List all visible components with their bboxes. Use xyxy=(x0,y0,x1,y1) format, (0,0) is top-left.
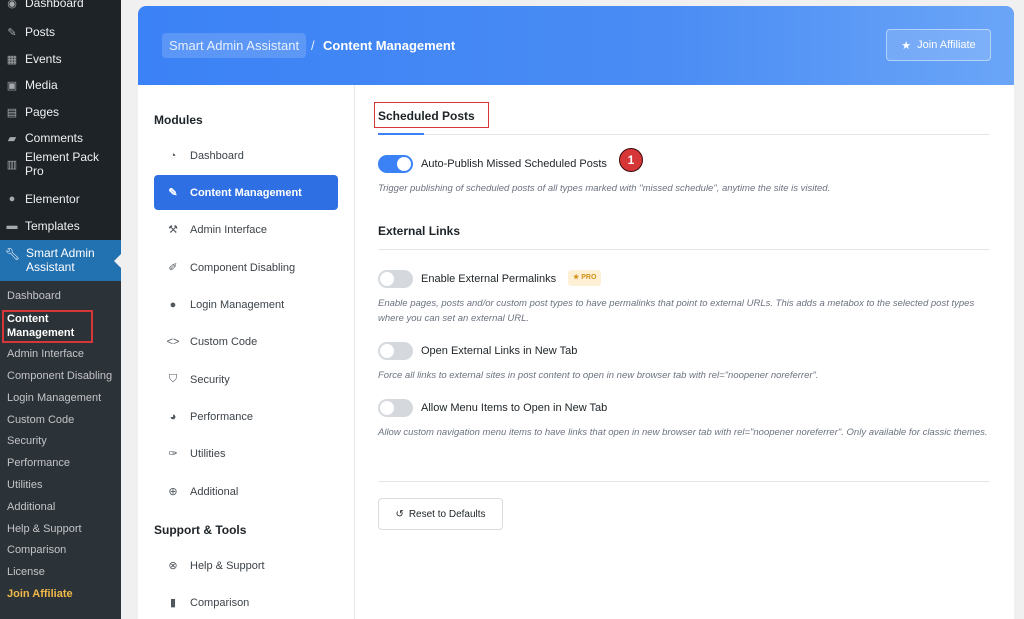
wrench-icon: ✑ xyxy=(168,448,178,460)
section-accent xyxy=(378,133,424,135)
brush-icon: ✐ xyxy=(168,262,178,274)
submenu-item-component-disabling[interactable]: Component Disabling xyxy=(7,370,112,382)
external-permalinks-toggle[interactable] xyxy=(378,270,413,288)
bar-chart-icon: ▮ xyxy=(169,597,177,609)
submenu-item-security[interactable]: Security xyxy=(7,435,47,447)
lifebuoy-icon: ⊗ xyxy=(168,560,178,572)
wp-menu-dashboard[interactable]: ◉ Dashboard xyxy=(0,0,121,14)
star-icon: ★ xyxy=(573,274,582,281)
elementor-icon: ● xyxy=(8,193,16,205)
page-header: Smart Admin Assistant / Content Manageme… xyxy=(138,6,1014,85)
menu-items-new-tab-label: Allow Menu Items to Open in New Tab xyxy=(421,402,608,414)
toggle-knob xyxy=(380,401,394,415)
step-marker: 1 xyxy=(619,148,643,172)
speedometer-icon: ◕ xyxy=(169,410,177,423)
element-pack-icon: ▥ xyxy=(6,158,18,171)
wp-admin-sidebar: ◉ Dashboard ✎ Posts ▦ Events ▣ Media ▤ Pages … xyxy=(0,0,121,619)
module-help-support[interactable]: ⊗ Help & Support xyxy=(154,548,338,583)
join-affiliate-button[interactable]: ★ Join Affiliate xyxy=(886,29,991,61)
toggle-knob xyxy=(397,157,411,171)
pin-icon: ✎ xyxy=(7,26,17,39)
breadcrumb-root[interactable]: Smart Admin Assistant xyxy=(162,33,307,58)
current-menu-arrow xyxy=(114,254,121,268)
submenu-item-license[interactable]: License xyxy=(7,566,45,578)
section-divider xyxy=(378,481,990,482)
user-icon: ● xyxy=(169,298,177,311)
section-divider xyxy=(378,134,990,135)
pro-badge: ★ PRO xyxy=(568,270,602,286)
toggle-knob xyxy=(380,344,394,358)
external-links-new-tab-label: Open External Links in New Tab xyxy=(421,345,578,357)
submenu-item-dashboard[interactable]: Dashboard xyxy=(7,290,61,302)
submenu-item-comparison[interactable]: Comparison xyxy=(7,544,66,556)
shield-icon: ⛉ xyxy=(168,373,178,385)
reset-defaults-button[interactable]: ↺ Reset to Defaults xyxy=(378,498,503,530)
module-dashboard[interactable]: ◔ Dashboard xyxy=(154,138,338,173)
module-utilities[interactable]: ✑ Utilities xyxy=(154,436,338,471)
external-links-new-tab-toggle[interactable] xyxy=(378,342,413,360)
submenu-item-login-management[interactable]: Login Management xyxy=(7,392,101,404)
page-icon: ▤ xyxy=(6,106,18,119)
toggle-knob xyxy=(380,272,394,286)
external-links-title: External Links xyxy=(378,224,461,238)
dashboard-icon: ◉ xyxy=(7,0,17,10)
module-security[interactable]: ⛉ Security xyxy=(154,362,338,397)
submenu-item-performance[interactable]: Performance xyxy=(7,457,70,469)
wp-menu-media[interactable]: ▣ Media xyxy=(0,74,121,96)
submenu-item-help-support[interactable]: Help & Support xyxy=(7,523,82,535)
undo-icon: ↺ xyxy=(395,508,404,520)
support-tools-title: Support & Tools xyxy=(154,523,247,537)
section-divider xyxy=(378,249,990,250)
module-custom-code[interactable]: <> Custom Code xyxy=(154,324,338,359)
code-icon: <> xyxy=(166,335,180,348)
module-additional[interactable]: ⊕ Additional xyxy=(154,474,338,509)
breadcrumb-separator: / xyxy=(311,38,315,53)
module-performance[interactable]: ◕ Performance xyxy=(154,399,338,434)
auto-publish-label: Auto-Publish Missed Scheduled Posts xyxy=(421,158,607,170)
modules-sidebar: Modules ◔ Dashboard ✎ Content Management ⚒… xyxy=(138,85,355,619)
menu-items-new-tab-description: Allow custom navigation menu items to ha… xyxy=(378,427,988,438)
wp-menu-comments[interactable]: ▰ Comments xyxy=(0,127,121,149)
auto-publish-description: Trigger publishing of scheduled posts of… xyxy=(378,183,831,194)
hammer-icon: ⚒ xyxy=(168,224,178,236)
wp-menu-pages[interactable]: ▤ Pages xyxy=(0,101,121,123)
wp-menu-events[interactable]: ▦ Events xyxy=(0,48,121,70)
highlight-box xyxy=(374,102,489,128)
external-permalinks-label: Enable External Permalinks xyxy=(421,273,557,285)
breadcrumb-current: Content Management xyxy=(323,38,456,53)
wp-menu-templates[interactable]: ▬ Templates xyxy=(0,215,121,237)
pin-icon: ✎ xyxy=(168,187,178,199)
wp-menu-smart-admin-assistant[interactable]: 🔧︎ Smart Admin Assistant xyxy=(0,240,121,281)
wp-menu-elementor[interactable]: ● Elementor xyxy=(0,188,121,210)
submenu-item-join-affiliate[interactable]: Join Affiliate xyxy=(7,588,73,600)
plus-circle-icon: ⊕ xyxy=(168,486,178,498)
module-component-disabling[interactable]: ✐ Component Disabling xyxy=(154,250,338,285)
media-icon: ▣ xyxy=(6,79,18,92)
menu-items-new-tab-toggle[interactable] xyxy=(378,399,413,417)
wp-menu-element-pack-pro[interactable]: ▥ Element Pack Pro xyxy=(0,150,121,178)
submenu-item-custom-code[interactable]: Custom Code xyxy=(7,414,74,426)
submenu-item-utilities[interactable]: Utilities xyxy=(7,479,42,491)
submenu-item-admin-interface[interactable]: Admin Interface xyxy=(7,348,84,360)
star-icon: ★ xyxy=(901,39,912,52)
wrench-icon: 🔧︎ xyxy=(5,247,21,261)
auto-publish-toggle[interactable] xyxy=(378,155,413,173)
module-admin-interface[interactable]: ⚒ Admin Interface xyxy=(154,212,338,247)
highlight-box xyxy=(2,310,93,343)
calendar-icon: ▦ xyxy=(6,53,18,66)
module-content-management[interactable]: ✎ Content Management xyxy=(154,175,338,210)
content-panel: Modules ◔ Dashboard ✎ Content Management ⚒… xyxy=(138,85,1014,619)
settings-main: Scheduled Posts Auto-Publish Missed Sche… xyxy=(356,85,1014,619)
comment-icon: ▰ xyxy=(7,132,17,145)
external-permalinks-description: Enable pages, posts and/or custom post t… xyxy=(378,298,975,324)
gauge-icon: ◔ xyxy=(169,149,177,162)
modules-title: Modules xyxy=(154,113,203,127)
folder-icon: ▬ xyxy=(6,220,18,232)
module-login-management[interactable]: ● Login Management xyxy=(154,287,338,322)
module-comparison[interactable]: ▮ Comparison xyxy=(154,585,338,619)
submenu-item-additional[interactable]: Additional xyxy=(7,501,55,513)
external-links-new-tab-description: Force all links to external sites in pos… xyxy=(378,370,819,381)
wp-menu-posts[interactable]: ✎ Posts xyxy=(0,21,121,43)
